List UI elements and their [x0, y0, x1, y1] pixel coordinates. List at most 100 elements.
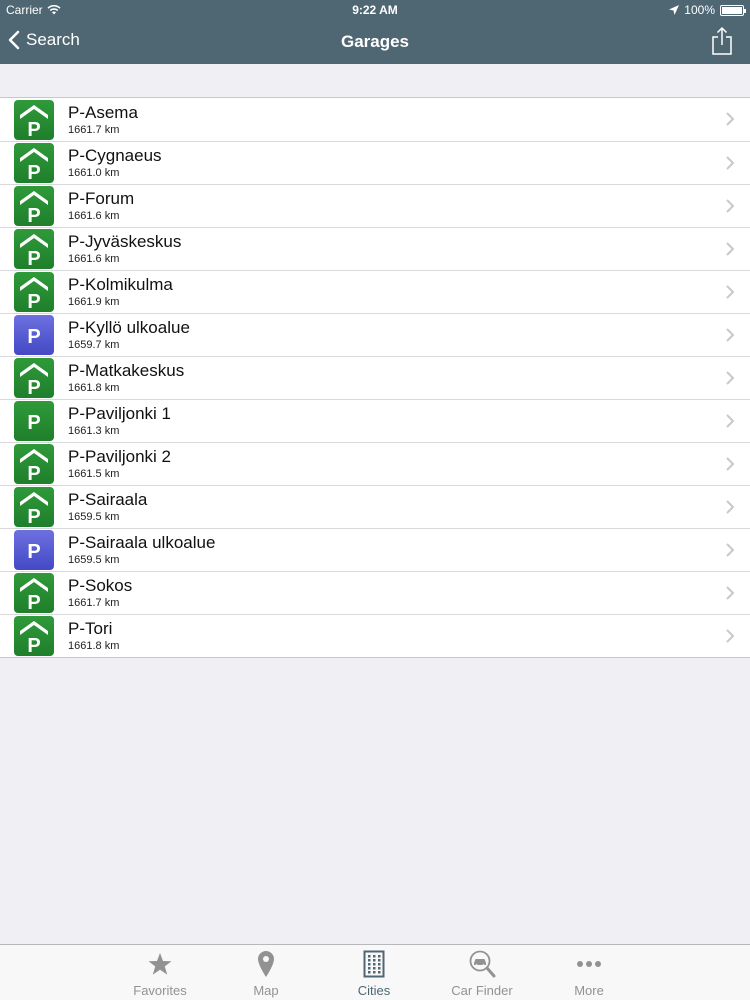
svg-text:P: P	[27, 248, 40, 269]
garage-distance: 1661.7 km	[68, 597, 120, 609]
chevron-right-icon	[726, 543, 735, 562]
svg-text:P: P	[27, 463, 40, 484]
garage-text: P-Sokos 1661.7 km	[68, 576, 132, 610]
chevron-right-icon	[726, 629, 735, 648]
garage-name: P-Kyllö ulkoalue	[68, 318, 190, 337]
chevron-right-icon	[726, 457, 735, 476]
svg-text:P: P	[27, 291, 40, 312]
parking-garage-icon: P	[14, 186, 54, 226]
status-right: 100%	[669, 3, 746, 17]
garage-name: P-Paviljonki 2	[68, 447, 171, 466]
parking-garage-icon: P	[14, 358, 54, 398]
garage-text: P-Sairaala ulkoalue 1659.5 km	[68, 533, 215, 567]
back-button-label: Search	[26, 30, 80, 49]
garage-text: P-Paviljonki 1 1661.3 km	[68, 404, 171, 438]
garage-text: P-Sairaala 1659.5 km	[68, 490, 147, 524]
garage-distance: 1659.5 km	[68, 511, 120, 523]
svg-text:P: P	[27, 162, 40, 183]
garage-text: P-Asema 1661.7 km	[68, 103, 138, 137]
svg-text:P: P	[27, 541, 40, 563]
garage-row[interactable]: P P-Jyväskeskus 1661.6 km	[0, 227, 750, 270]
chevron-right-icon	[726, 500, 735, 519]
location-arrow-icon	[669, 5, 680, 15]
share-icon	[712, 26, 732, 55]
garage-distance: 1661.6 km	[68, 253, 120, 265]
tab-favorites[interactable]: Favorites	[105, 949, 215, 999]
battery-icon	[720, 4, 746, 16]
car-finder-icon	[466, 949, 498, 979]
garage-row[interactable]: P P-Paviljonki 1 1661.3 km	[0, 399, 750, 442]
garage-row[interactable]: P P-Kyllö ulkoalue 1659.7 km	[0, 313, 750, 356]
tab-label: Favorites	[133, 983, 187, 998]
garage-name: P-Cygnaeus	[68, 146, 162, 165]
parking-outdoor-icon: P	[14, 315, 54, 355]
chevron-right-icon	[726, 328, 735, 347]
svg-text:P: P	[27, 412, 40, 434]
tab-label: More	[574, 983, 604, 998]
tab-cities[interactable]: Cities	[319, 949, 429, 999]
garage-distance: 1661.7 km	[68, 123, 120, 136]
garage-name: P-Matkakeskus	[68, 361, 185, 380]
garage-row[interactable]: P P-Sairaala 1659.5 km	[0, 485, 750, 528]
garage-row[interactable]: P P-Cygnaeus 1661.0 km	[0, 141, 750, 184]
navigation-bar: Search Garages	[0, 20, 750, 64]
parking-icon: P	[14, 401, 54, 441]
tab-car-finder[interactable]: Car Finder	[427, 949, 537, 999]
parking-garage-icon: P	[14, 573, 54, 613]
garage-row[interactable]: P P-Sokos 1661.7 km	[0, 571, 750, 614]
chevron-right-icon	[726, 371, 735, 390]
garage-text: P-Tori 1661.8 km	[68, 619, 119, 653]
share-button[interactable]	[710, 26, 734, 56]
garage-distance: 1661.3 km	[68, 425, 120, 437]
garage-row[interactable]: P P-Forum 1661.6 km	[0, 184, 750, 227]
svg-text:P: P	[27, 326, 40, 348]
garage-row[interactable]: P P-Asema 1661.7 km	[0, 98, 750, 141]
garage-distance: 1659.7 km	[68, 339, 120, 351]
back-button[interactable]: Search	[8, 30, 80, 50]
garage-row[interactable]: P P-Paviljonki 2 1661.5 km	[0, 442, 750, 485]
garage-distance: 1661.8 km	[68, 382, 120, 394]
tab-label: Cities	[357, 983, 391, 998]
garage-name: P-Sokos	[68, 576, 133, 595]
garage-text: P-Kolmikulma 1661.9 km	[68, 275, 173, 309]
garage-name: P-Jyväskeskus	[68, 232, 182, 251]
parking-garage-icon: P	[14, 487, 54, 527]
tab-map[interactable]: Map	[211, 949, 321, 999]
garage-distance: 1661.0 km	[68, 167, 120, 179]
garage-name: P-Forum	[68, 189, 135, 208]
chevron-right-icon	[726, 285, 735, 304]
garage-list: P P-Asema 1661.7 km P P-Cygnaeus 1661.0 km…	[0, 97, 750, 658]
chevron-right-icon	[726, 156, 735, 175]
svg-text:P: P	[27, 205, 40, 226]
chevron-right-icon	[726, 242, 735, 261]
garage-row[interactable]: P P-Sairaala ulkoalue 1659.5 km	[0, 528, 750, 571]
tab-label: Map	[253, 983, 279, 998]
garage-name: P-Tori	[68, 619, 113, 638]
garage-row[interactable]: P P-Kolmikulma 1661.9 km	[0, 270, 750, 313]
map-pin-icon	[256, 949, 276, 979]
garage-distance: 1659.5 km	[68, 554, 120, 566]
garage-row[interactable]: P P-Matkakeskus 1661.8 km	[0, 356, 750, 399]
parking-garage-icon: P	[14, 143, 54, 183]
garage-name: P-Paviljonki 1	[68, 404, 171, 423]
svg-text:P: P	[27, 377, 40, 398]
svg-text:P: P	[27, 592, 40, 613]
page-title: Garages	[340, 32, 410, 51]
chevron-right-icon	[726, 199, 735, 218]
svg-text:P: P	[27, 506, 40, 527]
tab-bar: Favorites Map Cities Car Finder More	[0, 944, 750, 1000]
garage-row[interactable]: P P-Tori 1661.8 km	[0, 614, 750, 657]
tab-more[interactable]: More	[534, 949, 644, 999]
more-icon	[576, 949, 602, 979]
status-bar: Carrier 9:22 AM 100%	[0, 0, 750, 20]
garage-text: P-Jyväskeskus 1661.6 km	[68, 232, 181, 266]
garage-distance: 1661.5 km	[68, 468, 120, 480]
parking-garage-icon: P	[14, 444, 54, 484]
garage-name: P-Sairaala ulkoalue	[68, 533, 216, 552]
garage-distance: 1661.8 km	[68, 640, 120, 652]
building-icon	[363, 949, 385, 979]
parking-garage-icon: P	[14, 616, 54, 656]
garage-text: P-Matkakeskus 1661.8 km	[68, 361, 184, 395]
parking-garage-icon: P	[14, 272, 54, 312]
garage-text: P-Kyllö ulkoalue 1659.7 km	[68, 318, 190, 352]
